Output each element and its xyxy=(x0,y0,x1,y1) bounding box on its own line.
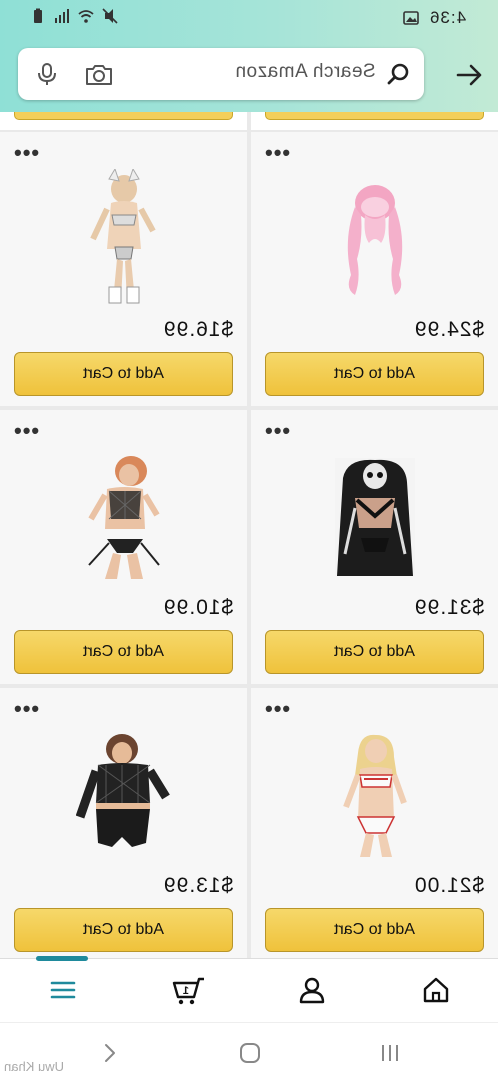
status-time: 4:36 xyxy=(428,8,466,27)
product-price: $16.99 xyxy=(162,318,233,341)
add-to-cart-label: Add to Cart xyxy=(83,921,164,938)
cart-icon[interactable]: 1 xyxy=(172,975,206,1005)
watermark: Uwu Khan xyxy=(4,1059,64,1074)
search-input[interactable]: Search Amazon xyxy=(18,48,424,100)
home-button-icon[interactable] xyxy=(238,1041,262,1065)
add-to-cart-button[interactable]: Add to Cart xyxy=(14,352,233,396)
add-to-cart-button[interactable]: Add to Cart xyxy=(14,630,233,674)
svg-text:1: 1 xyxy=(183,985,189,997)
back-icon[interactable] xyxy=(98,1041,122,1065)
search-icon[interactable] xyxy=(386,61,412,87)
image-icon xyxy=(403,11,419,25)
previous-cart-button[interactable] xyxy=(14,112,233,120)
product-card[interactable]: ••• $16.99 Add to Cart xyxy=(0,132,247,406)
add-to-cart-label: Add to Cart xyxy=(83,365,164,382)
search-row: Search Amazon xyxy=(0,46,498,102)
status-bar: 4:36 xyxy=(0,0,498,40)
signal-icon xyxy=(55,9,69,23)
product-price: $21.00 xyxy=(413,874,484,897)
previous-cart-button[interactable] xyxy=(265,112,484,120)
mic-icon[interactable] xyxy=(34,61,60,87)
camera-icon[interactable] xyxy=(84,62,114,88)
active-tab-indicator xyxy=(36,956,88,961)
status-right: 4:36 xyxy=(403,8,466,28)
battery-icon xyxy=(34,8,42,23)
product-card[interactable]: ••• $21.00 Add to Cart xyxy=(251,688,498,958)
more-options-icon[interactable]: ••• xyxy=(265,420,291,442)
add-to-cart-label: Add to Cart xyxy=(334,643,415,660)
wifi-icon xyxy=(78,10,94,23)
account-icon[interactable] xyxy=(297,975,327,1005)
arrow-right-icon[interactable] xyxy=(454,60,484,90)
add-to-cart-button[interactable]: Add to Cart xyxy=(14,908,233,952)
costume-figure-image xyxy=(89,169,156,304)
more-options-icon[interactable]: ••• xyxy=(265,142,291,164)
more-options-icon[interactable]: ••• xyxy=(265,698,291,720)
add-to-cart-button[interactable]: Add to Cart xyxy=(265,908,484,952)
add-to-cart-label: Add to Cart xyxy=(334,365,415,382)
previous-card-right xyxy=(251,112,498,130)
fishnet-set-image xyxy=(87,456,160,579)
product-card[interactable]: ••• $31.99 Add to Cart xyxy=(251,410,498,684)
product-image[interactable] xyxy=(0,722,247,868)
menu-icon[interactable] xyxy=(48,975,78,1005)
header: 4:36 Search Amazon xyxy=(0,0,498,112)
search-placeholder: Search Amazon xyxy=(235,61,376,82)
product-image[interactable] xyxy=(251,444,498,590)
product-price: $10.99 xyxy=(162,596,233,619)
status-left xyxy=(30,8,118,24)
product-card[interactable]: ••• $13.99 Add to Cart xyxy=(0,688,247,958)
add-to-cart-button[interactable]: Add to Cart xyxy=(265,352,484,396)
product-card[interactable]: ••• $24.99 Add to Cart xyxy=(251,132,498,406)
product-image[interactable] xyxy=(251,722,498,868)
add-to-cart-label: Add to Cart xyxy=(334,921,415,938)
pink-wig-image xyxy=(347,185,402,295)
product-price: $13.99 xyxy=(162,874,233,897)
bottom-tab-bar: 1 xyxy=(0,956,498,1022)
product-price: $24.99 xyxy=(413,318,484,341)
product-image[interactable] xyxy=(0,166,247,312)
product-image[interactable] xyxy=(251,166,498,312)
previous-card-left xyxy=(0,112,247,130)
mute-icon xyxy=(102,8,118,24)
white-set-image xyxy=(342,734,407,857)
system-navigation-bar: Uwu Khan xyxy=(0,1022,498,1080)
product-price: $31.99 xyxy=(413,596,484,619)
product-card[interactable]: ••• $10.99 Add to Cart xyxy=(0,410,247,684)
more-options-icon[interactable]: ••• xyxy=(14,142,40,164)
product-image[interactable] xyxy=(0,444,247,590)
more-options-icon[interactable]: ••• xyxy=(14,420,40,442)
add-to-cart-label: Add to Cart xyxy=(83,643,164,660)
product-grid: ••• $16.99 Add to Cart ••• $24.99 Add to… xyxy=(0,112,498,958)
home-icon[interactable] xyxy=(421,975,451,1005)
more-options-icon[interactable]: ••• xyxy=(14,698,40,720)
add-to-cart-button[interactable]: Add to Cart xyxy=(265,630,484,674)
black-set-image xyxy=(75,734,170,847)
recents-icon[interactable] xyxy=(378,1041,402,1065)
skeleton-set-image xyxy=(334,458,415,576)
